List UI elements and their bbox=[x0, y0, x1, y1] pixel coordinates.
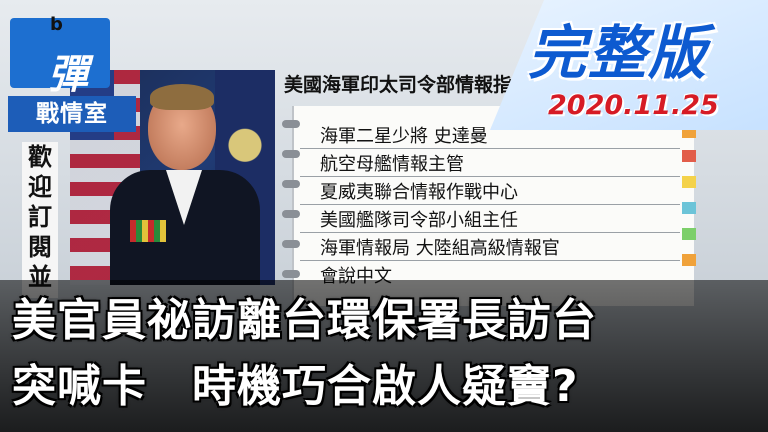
color-tab bbox=[682, 254, 696, 266]
color-tab bbox=[682, 202, 696, 214]
paper-rule bbox=[300, 176, 680, 177]
subscribe-sidebar: 歡迎訂閱並 bbox=[22, 142, 58, 298]
list-item: 海軍二星少將 史達曼 bbox=[320, 126, 488, 147]
full-version-badge: 完整版 bbox=[528, 19, 709, 87]
binder-ring bbox=[282, 150, 300, 158]
list-item: 夏威夷聯合情報作戰中心 bbox=[320, 182, 518, 203]
paper-rule bbox=[300, 260, 680, 261]
show-logo: b 彈 bbox=[10, 14, 110, 98]
hair bbox=[150, 84, 214, 110]
color-tab bbox=[682, 176, 696, 188]
medal-ribbons bbox=[130, 220, 166, 242]
binder-ring bbox=[282, 240, 300, 248]
broadcast-date: 2020.11.25 bbox=[548, 90, 719, 121]
list-item: 航空母艦情報主管 bbox=[320, 154, 464, 175]
binder-ring bbox=[282, 180, 300, 188]
binder-ring bbox=[282, 120, 300, 128]
color-tab bbox=[682, 228, 696, 240]
headline-line-2: 突喊卡 時機巧合啟人疑竇? bbox=[12, 361, 579, 412]
logo-letter: b bbox=[50, 14, 63, 35]
list-item: 美國艦隊司令部小組主任 bbox=[320, 210, 518, 231]
show-name: 戰情室 bbox=[8, 96, 136, 132]
binder-ring bbox=[282, 210, 300, 218]
headline-line-1: 美官員祕訪離台環保署長訪台 bbox=[12, 295, 597, 346]
panel-title: 美國海軍印太司令部情報指 bbox=[284, 74, 513, 96]
paper-rule bbox=[300, 232, 680, 233]
paper-rule bbox=[300, 148, 680, 149]
color-tab bbox=[682, 150, 696, 162]
list-item: 海軍情報局 大陸組高級情報官 bbox=[320, 238, 560, 259]
binder-ring bbox=[282, 270, 300, 278]
paper-rule bbox=[300, 204, 680, 205]
logo-mark: 彈 bbox=[48, 51, 88, 98]
